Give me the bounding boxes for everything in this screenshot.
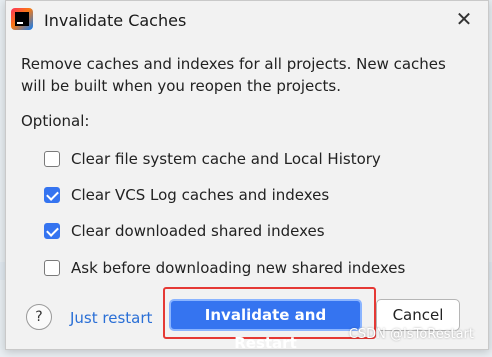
intellij-app-icon xyxy=(11,8,33,30)
dialog-titlebar: Invalidate Caches ✕ xyxy=(6,1,488,41)
watermark: CSDN @IsToRestart xyxy=(348,327,474,342)
checkbox[interactable] xyxy=(44,223,60,239)
option-label: Clear downloaded shared indexes xyxy=(71,222,325,240)
option-label: Clear VCS Log caches and indexes xyxy=(71,186,330,204)
checkbox[interactable] xyxy=(44,151,60,167)
help-icon[interactable]: ? xyxy=(26,304,52,330)
invalidate-caches-dialog: Invalidate Caches ✕ Remove caches and in… xyxy=(5,0,489,352)
just-restart-link[interactable]: Just restart xyxy=(70,309,152,327)
dialog-title: Invalidate Caches xyxy=(44,11,187,30)
close-icon[interactable]: ✕ xyxy=(452,7,476,31)
invalidate-and-restart-button[interactable]: Invalidate and Restart xyxy=(169,299,362,352)
option-label: Ask before downloading new shared indexe… xyxy=(71,259,406,277)
checkbox[interactable] xyxy=(44,187,60,203)
option-label: Clear file system cache and Local Histor… xyxy=(71,150,381,168)
optional-label: Optional: xyxy=(21,112,90,130)
dialog-description: Remove caches and indexes for all projec… xyxy=(21,55,446,95)
checkbox[interactable] xyxy=(44,260,60,276)
